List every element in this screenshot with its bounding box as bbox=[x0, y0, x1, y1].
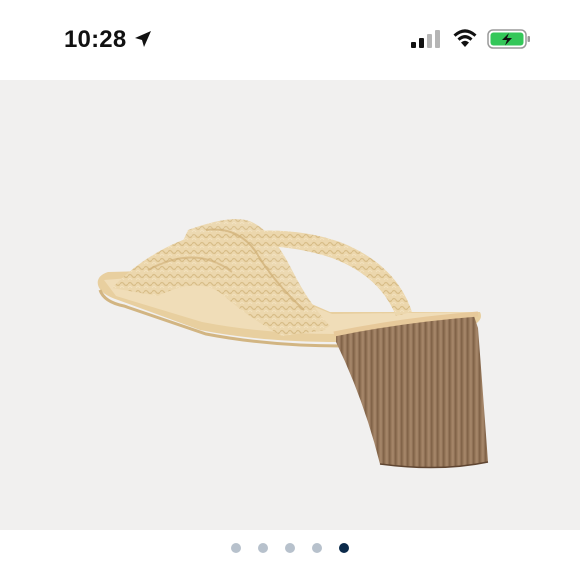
battery-charging-icon bbox=[487, 29, 530, 49]
carousel-dot[interactable] bbox=[312, 543, 322, 553]
carousel-dot-active[interactable] bbox=[339, 543, 349, 553]
carousel-dot[interactable] bbox=[258, 543, 268, 553]
carousel-dot[interactable] bbox=[285, 543, 295, 553]
status-time: 10:28 bbox=[64, 26, 127, 53]
carousel-dot[interactable] bbox=[231, 543, 241, 553]
raffia-slide-sandal-image bbox=[97, 219, 489, 469]
product-image[interactable] bbox=[0, 80, 580, 530]
wifi-icon bbox=[453, 29, 477, 47]
cellular-signal-icon bbox=[411, 30, 440, 48]
carousel-dots bbox=[0, 530, 580, 580]
status-bar: 10:28 bbox=[0, 0, 580, 80]
location-arrow-icon bbox=[135, 31, 151, 47]
